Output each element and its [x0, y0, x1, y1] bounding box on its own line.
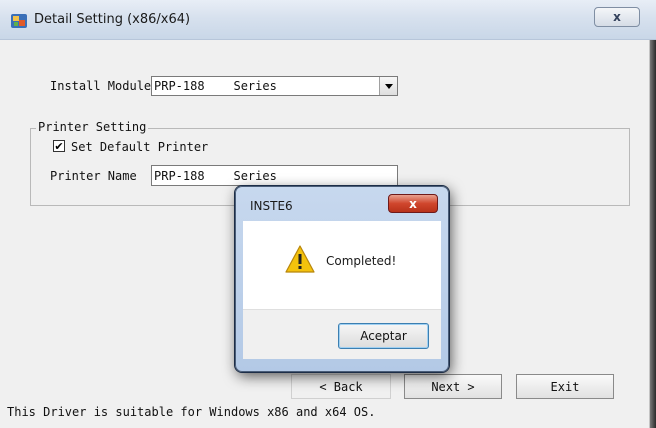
footer-note: This Driver is suitable for Windows x86 … [7, 405, 376, 419]
install-module-label: Install Module [50, 79, 152, 93]
install-module-value: PRP-188 Series [154, 79, 277, 93]
printer-name-value: PRP-188 Series [154, 169, 277, 183]
accept-button[interactable]: Aceptar [338, 323, 429, 349]
close-icon: x [613, 10, 621, 24]
dialog-message: Completed! [326, 254, 397, 268]
app-icon [11, 14, 27, 28]
dialog-close-button[interactable]: x [388, 194, 438, 213]
chevron-down-icon [384, 83, 393, 89]
window-title: Detail Setting (x86/x64) [34, 12, 191, 27]
exit-button[interactable]: Exit [516, 374, 614, 399]
warning-icon [285, 245, 315, 273]
dialog-body: Completed! [243, 221, 441, 309]
detail-setting-window: Detail Setting (x86/x64) x Install Modul… [0, 0, 656, 428]
title-bar[interactable]: Detail Setting (x86/x64) x [0, 0, 656, 40]
dialog-title: INSTE6 [250, 199, 293, 213]
dialog-footer: Aceptar [243, 309, 441, 359]
printer-setting-legend: Printer Setting [36, 120, 149, 134]
set-default-printer-checkbox[interactable]: ✔ [53, 140, 65, 152]
close-icon: x [409, 196, 417, 211]
check-mark-icon: ✔ [54, 139, 64, 153]
completed-dialog: INSTE6 x Completed! Aceptar [235, 186, 449, 372]
dropdown-button[interactable] [379, 77, 397, 95]
printer-name-label: Printer Name [50, 169, 137, 183]
window-edge [650, 40, 656, 428]
printer-name-field[interactable]: PRP-188 Series [151, 165, 398, 186]
set-default-printer-label[interactable]: Set Default Printer [71, 140, 208, 154]
next-button[interactable]: Next > [404, 374, 502, 399]
window-close-button[interactable]: x [594, 7, 640, 27]
back-button[interactable]: < Back [291, 374, 391, 399]
install-module-select[interactable]: PRP-188 Series [151, 76, 398, 96]
